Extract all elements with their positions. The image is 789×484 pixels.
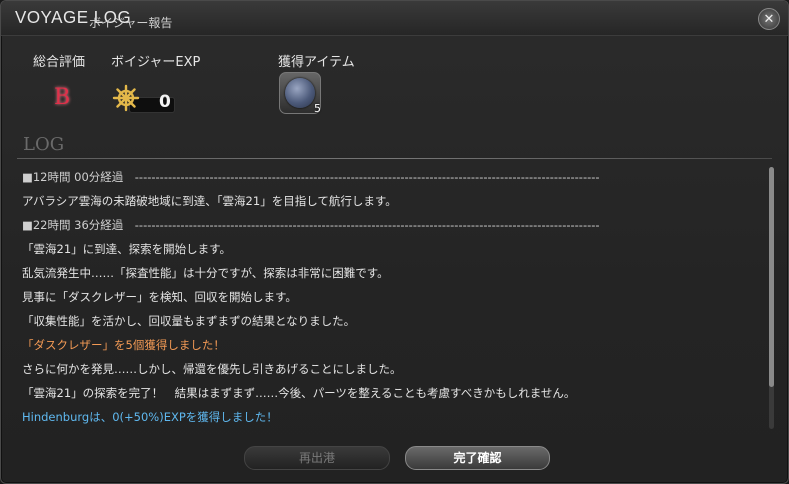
redeploy-button[interactable]: 再出港 bbox=[244, 446, 390, 470]
window-subtitle: ボイジャー報告 bbox=[89, 16, 173, 30]
item-count: 5 bbox=[314, 102, 321, 115]
ship-wheel-icon bbox=[112, 84, 140, 112]
log-line: さらに何かを発見……しかし、帰還を優先し引きあげることにしました。 bbox=[22, 362, 402, 376]
log-divider bbox=[17, 158, 772, 159]
exp-display: 0 bbox=[111, 83, 175, 113]
log-list: ■12時間 00分経過 ----------------------------… bbox=[19, 163, 767, 431]
log-line: 乱気流発生中……「探査性能」は十分ですが、探索は非常に困難です。 bbox=[22, 266, 389, 280]
log-line: ■22時間 36分経過 ----------------------------… bbox=[22, 218, 600, 232]
exp-value: 0 bbox=[159, 92, 171, 112]
dusk-leather-icon bbox=[285, 78, 315, 108]
scrollbar-thumb[interactable] bbox=[769, 167, 774, 387]
log-line: 見事に「ダスクレザー」を検知、回収を開始します。 bbox=[22, 290, 297, 304]
voyage-log-window: VOYAGE LOG ボイジャー報告 ✕ 総合評価 ボイジャーEXP 獲得アイテ… bbox=[0, 0, 789, 484]
title-bar[interactable]: VOYAGE LOG ボイジャー報告 ✕ bbox=[1, 1, 788, 36]
close-button[interactable]: ✕ bbox=[758, 8, 780, 30]
rating-label: 総合評価 bbox=[33, 55, 86, 70]
log-line: ■12時間 00分経過 ----------------------------… bbox=[22, 170, 600, 184]
log-line: 「雲海21」の探索を完了！ 結果はまずまず……今後、パーツを整えることも考慮すべ… bbox=[22, 386, 576, 400]
reward-item-slot[interactable]: 5 bbox=[279, 72, 321, 115]
log-title: LOG bbox=[23, 134, 65, 155]
log-line: 「雲海21」に到達、探索を開始します。 bbox=[22, 242, 231, 256]
items-label: 獲得アイテム bbox=[278, 55, 355, 70]
log-line-exp: Hindenburgは、0(+50%)EXPを獲得しました！ bbox=[22, 410, 278, 424]
log-line: 「収集性能」を活かし、回収量もまずまずの結果となりました。 bbox=[22, 314, 356, 328]
exp-label: ボイジャーEXP bbox=[111, 55, 201, 70]
log-line: アバラシア雲海の未踏破地域に到達、「雲海21」を目指して航行します。 bbox=[22, 194, 397, 208]
rating-value: B bbox=[54, 85, 71, 110]
log-line-highlight: 「ダスクレザー」を5個獲得しました！ bbox=[22, 338, 225, 352]
close-icon: ✕ bbox=[763, 11, 775, 27]
finalize-button[interactable]: 完了確認 bbox=[405, 446, 550, 470]
